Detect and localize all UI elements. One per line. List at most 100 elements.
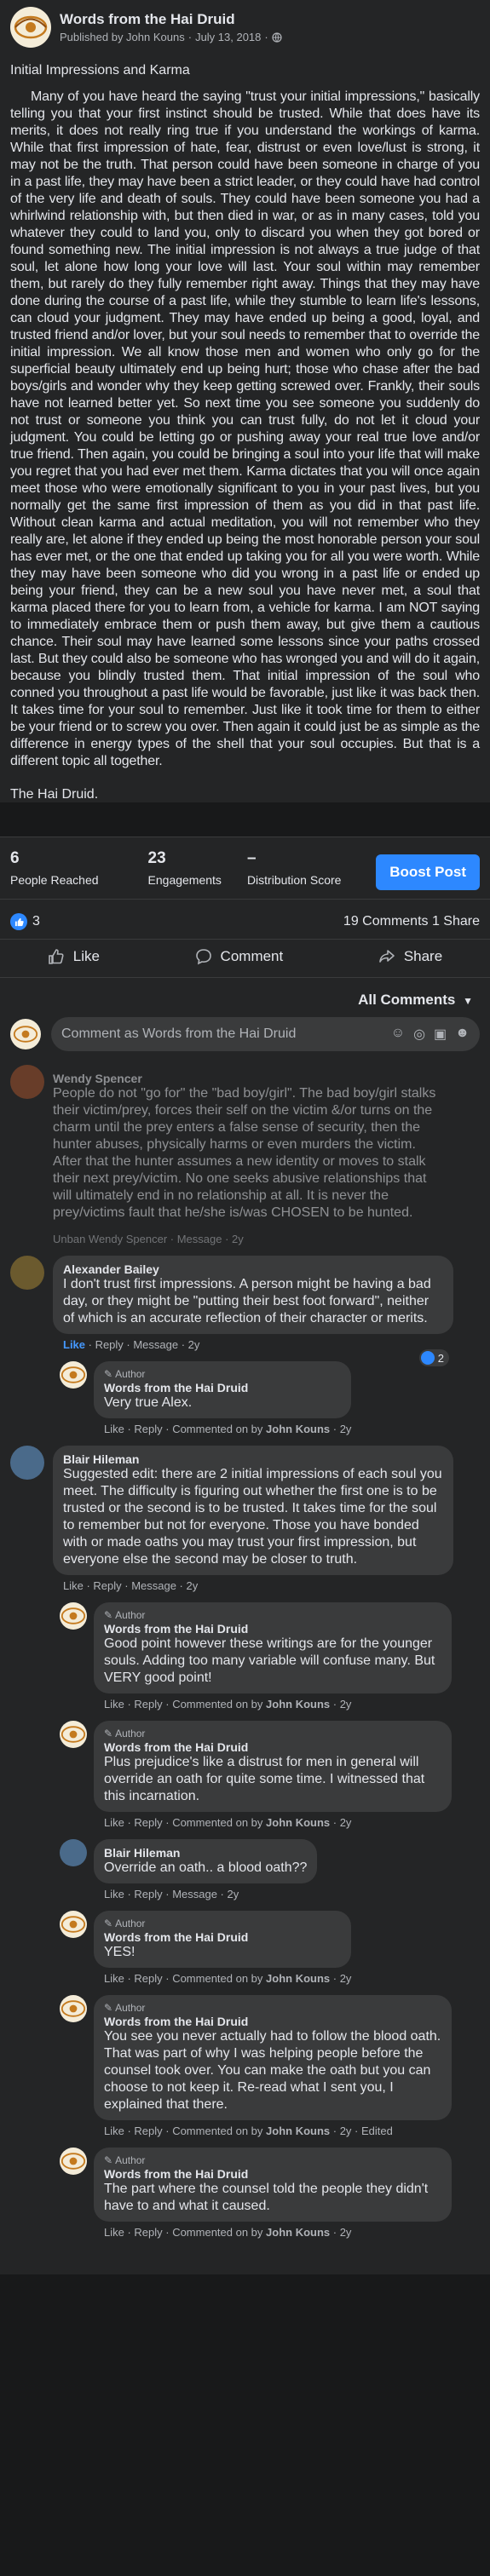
like-button[interactable]: Like [48,948,100,965]
post-body: Many of you have heard the saying "trust… [10,89,480,768]
commented-by[interactable]: John Kouns [266,1972,330,1985]
published-by[interactable]: Published by John Kouns [60,31,185,43]
commented-by[interactable]: John Kouns [266,1816,330,1829]
sticker-icon[interactable]: ☻ [455,1026,470,1043]
druid-logo-icon [61,2000,86,2017]
commented-by[interactable]: John Kouns [266,1698,330,1711]
author-badge: ✎ Author [104,1368,341,1380]
druid-logo-icon [61,2153,86,2170]
comment-actions[interactable]: · Reply · Message · 2y [85,1338,200,1351]
comment-actions[interactable]: Like · Reply · Commented on by [104,2226,266,2239]
comment-text: I don't trust first impressions. A perso… [63,1277,431,1325]
all-comments-filter[interactable]: All Comments ▼ [10,978,480,1017]
comment-actions[interactable]: Like · Reply · Commented on by [104,1972,266,1985]
comment-bubble: Blair Hileman Suggested edit: there are … [53,1446,453,1575]
page-logo[interactable] [10,7,51,48]
avatar[interactable] [10,1446,44,1480]
post-date[interactable]: July 13, 2018 [195,31,261,43]
share-label: Share [403,948,443,964]
comment-input[interactable]: Comment as Words from the Hai Druid ☺ ◎ … [51,1017,480,1051]
avatar[interactable] [60,1911,87,1938]
comment-meta[interactable]: Like · Reply · Message · 2y [63,1579,453,1592]
avatar[interactable] [60,1361,87,1389]
druid-logo-icon [61,1607,86,1624]
comment-meta: Like · Reply · Commented on by John Koun… [104,2125,452,2137]
commenter-name[interactable]: Words from the Hai Druid [104,2015,441,2028]
comment: Alexander Bailey I don't trust first imp… [10,1256,480,1366]
comment-actions[interactable]: Like · Reply · Commented on by [104,1698,266,1711]
comment-meta[interactable]: Like · Reply · Message · 2y [104,1888,317,1900]
commenter-name[interactable]: Blair Hileman [63,1452,443,1466]
author-badge: ✎ Author [104,1728,441,1739]
avatar[interactable] [60,1721,87,1748]
people-reached[interactable]: 6 People Reached [10,849,99,887]
commenter-name[interactable]: Blair Hileman [104,1846,307,1860]
author-badge-label: Author [115,1918,146,1929]
like-reaction-icon[interactable] [10,913,27,930]
druid-logo-icon [61,1916,86,1933]
comment-text: Override an oath.. a blood oath?? [104,1860,308,1875]
comment-meta: Like · Reply · Commented on by John Koun… [104,1423,351,1435]
commented-by[interactable]: John Kouns [266,2125,330,2137]
comment-actions[interactable]: Like · Reply · Commented on by [104,1423,266,1435]
commenter-name[interactable]: Alexander Bailey [63,1262,443,1276]
reaction-count[interactable]: 3 [32,914,40,929]
avatar[interactable] [60,2148,87,2175]
distribution-score[interactable]: – Distribution Score [247,849,342,887]
comment-time: · 2y [330,1698,352,1711]
emoji-icon[interactable]: ☺ [391,1026,405,1043]
engagements-label: Engagements [147,873,222,887]
commenter-name[interactable]: Words from the Hai Druid [104,1930,341,1944]
gif-icon[interactable]: ▣ [434,1026,447,1043]
camera-icon[interactable]: ◎ [413,1026,425,1043]
comment-time: · 2y · Edited [330,2125,393,2137]
comment-time: · 2y [330,1972,352,1985]
page-name[interactable]: Words from the Hai Druid [60,11,282,28]
comment-reply: ✎ Author Words from the Hai Druid You see… [60,1995,480,2137]
pen-icon: ✎ [104,1368,113,1380]
comment-text: Very true Alex. [104,1395,193,1410]
people-reached-count: 6 [10,849,20,867]
share-icon [379,950,395,963]
comment-bubble: ✎ Author Words from the Hai Druid YES! [94,1911,352,1968]
comments-shares-summary[interactable]: 19 Comments 1 Share [343,914,480,929]
comment-text: Suggested edit: there are 2 initial impr… [63,1467,442,1567]
commented-by[interactable]: John Kouns [266,2226,330,2239]
share-button[interactable]: Share [378,948,442,965]
avatar[interactable] [60,1602,87,1630]
comment-bubble: ✎ Author Words from the Hai Druid You see… [94,1995,452,2120]
composer-icons: ☺ ◎ ▣ ☻ [391,1026,470,1043]
boost-post-button[interactable]: Boost Post [376,854,480,890]
comment-time: · 2y [330,1423,352,1435]
globe-icon: · [264,31,268,43]
comment-actions[interactable]: Like · Reply · Commented on by [104,2125,266,2137]
comment-label: Comment [220,948,284,964]
comment-bubble: Blair Hileman Override an oath.. a blood… [94,1839,318,1883]
comment-bubble: Alexander Bailey I don't trust first imp… [53,1256,453,1334]
engagements[interactable]: 23 Engagements [148,849,222,887]
comment-meta: Like · Reply · Commented on by John Koun… [104,1816,452,1829]
avatar[interactable] [10,1065,44,1099]
comment-like-link[interactable]: Like [63,1338,85,1351]
commenter-name[interactable]: Words from the Hai Druid [104,1740,441,1754]
avatar[interactable] [60,1995,87,2022]
author-badge-label: Author [115,1728,146,1739]
comment-actions[interactable]: Like · Reply · Commented on by [104,1816,266,1829]
comment-icon [195,949,211,965]
reactions-bar: 3 19 Comments 1 Share [0,899,490,939]
commented-by[interactable]: John Kouns [266,1423,330,1435]
avatar[interactable] [60,1839,87,1866]
author-badge-label: Author [115,1368,146,1380]
pen-icon: ✎ [104,1728,113,1739]
commenter-name[interactable]: Wendy Spencer [53,1072,443,1085]
commenter-name[interactable]: Words from the Hai Druid [104,1381,341,1394]
composer-avatar [10,1019,41,1049]
pen-icon: ✎ [104,1918,113,1929]
comment-reaction-count[interactable]: 2 [418,1349,449,1366]
commenter-name[interactable]: Words from the Hai Druid [104,2167,441,2181]
comment-button[interactable]: Comment [195,948,284,965]
comment-meta[interactable]: Unban Wendy Spencer · Message · 2y [53,1233,453,1245]
commenter-name[interactable]: Words from the Hai Druid [104,1622,441,1636]
engagements-count: 23 [147,849,166,867]
avatar[interactable] [10,1256,44,1290]
